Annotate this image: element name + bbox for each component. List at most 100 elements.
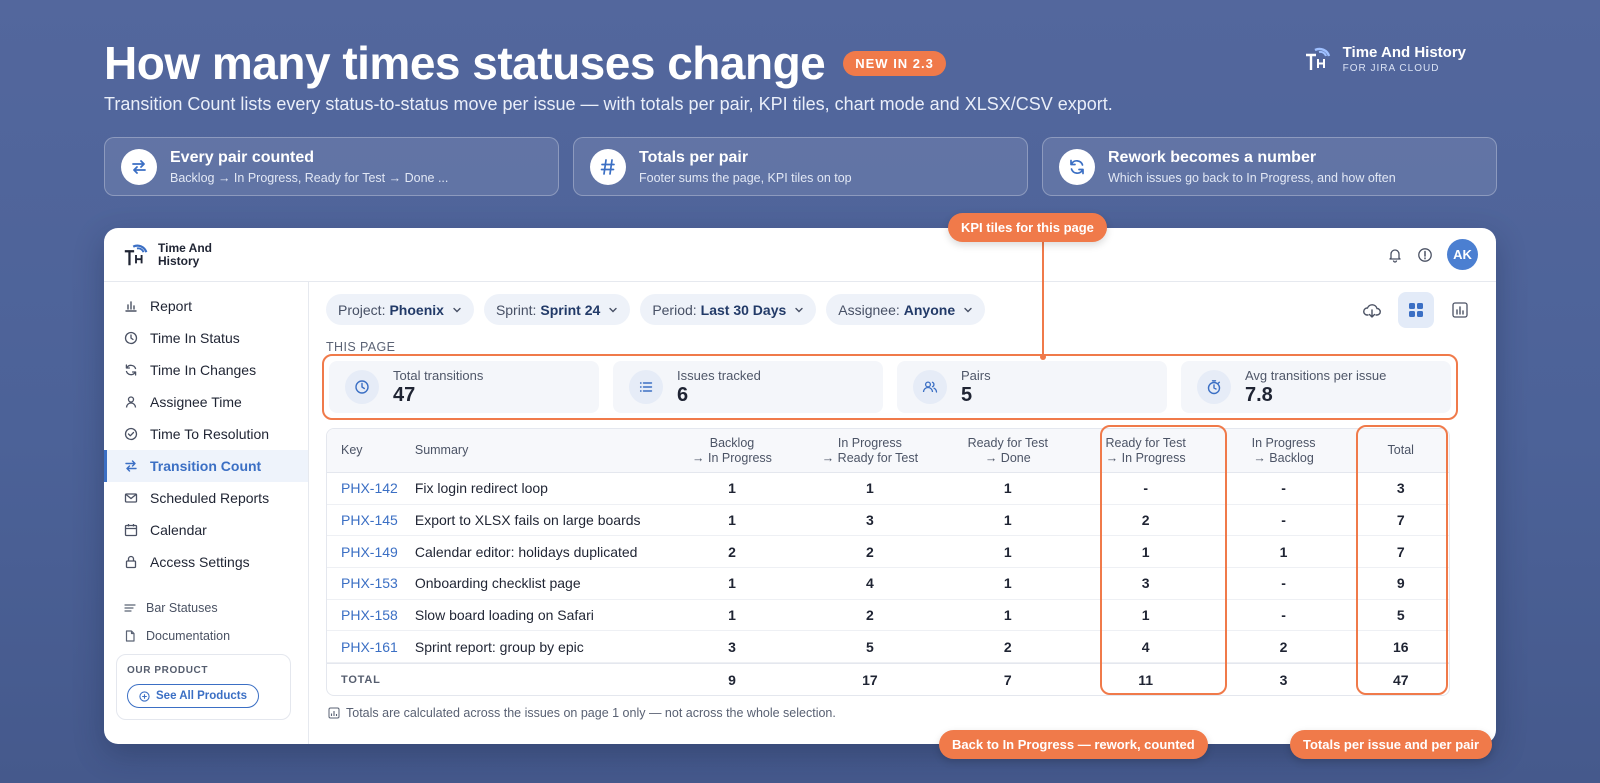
table-row[interactable]: PHX-142 Fix login redirect loop 1 1 1 - … <box>327 473 1449 505</box>
issue-key-link[interactable]: PHX-153 <box>327 568 415 599</box>
sprint-filter[interactable]: Sprint: Sprint 24 <box>483 294 631 325</box>
feature-title: Totals per pair <box>639 148 749 166</box>
sidebar-item-transition-count[interactable]: Transition Count <box>104 450 308 482</box>
app-name-line2: History <box>158 253 200 268</box>
sidebar-item-calendar[interactable]: Calendar <box>104 514 308 546</box>
column-header-ready-for-test-in-progress[interactable]: Ready for Test → In Progress <box>1077 429 1215 472</box>
clock-icon <box>345 370 379 404</box>
feature-card-every-pair: Every pair counted Backlog → In Progress… <box>104 137 559 196</box>
sidebar-item-scheduled-reports[interactable]: Scheduled Reports <box>104 482 308 514</box>
hero-title-row: How many times statuses change NEW IN 2.… <box>104 36 946 90</box>
sidebar-item-report[interactable]: Report <box>104 290 308 322</box>
pair-count: 1 <box>1141 543 1150 560</box>
pair-count: 1 <box>1141 607 1150 624</box>
pair-total: 11 <box>1138 671 1154 688</box>
column-header-in-progress-ready-for-test[interactable]: In Progress → Ready for Test <box>801 429 939 472</box>
bell-icon[interactable] <box>1387 247 1403 263</box>
column-header-line: → Done <box>984 450 1031 465</box>
filter-value: Phoenix <box>389 301 444 318</box>
sidebar-item-time-in-changes[interactable]: Time In Changes <box>104 354 308 386</box>
column-header-summary[interactable]: Summary <box>415 429 663 472</box>
sidebar-item-assignee-time[interactable]: Assignee Time <box>104 386 308 418</box>
kpi-label: Pairs <box>961 367 991 383</box>
kpi-tiles: Total transitions 47 Issues tracked 6 Pa… <box>322 354 1458 420</box>
assignee-filter[interactable]: Assignee: Anyone <box>826 294 986 325</box>
pair-count: 2 <box>865 607 874 624</box>
column-header-line: → In Progress <box>1105 450 1186 465</box>
row-total: 3 <box>1396 480 1405 497</box>
pair-count: 3 <box>1141 575 1150 592</box>
grand-total: 47 <box>1392 671 1409 688</box>
chart-view-button[interactable] <box>1442 292 1478 328</box>
sidebar-item-label: Bar Statuses <box>146 601 218 615</box>
sidebar-item-access-settings[interactable]: Access Settings <box>104 546 308 578</box>
kpi-value: 7.8 <box>1245 383 1273 406</box>
table-header: Key Summary Backlog → In Progress In Prog… <box>327 429 1449 473</box>
info-icon[interactable] <box>1417 247 1433 263</box>
column-header-ready-for-test-done[interactable]: Ready for Test → Done <box>939 429 1077 472</box>
issue-key-link[interactable]: PHX-149 <box>327 536 415 567</box>
kpi-value: 5 <box>961 383 973 406</box>
page-subtitle: Transition Count lists every status-to-s… <box>104 94 1113 114</box>
grid-view-button[interactable] <box>1398 292 1434 328</box>
issue-key-link[interactable]: PHX-142 <box>327 473 415 504</box>
table-row[interactable]: PHX-149 Calendar editor: holidays duplic… <box>327 536 1449 569</box>
table-row[interactable]: PHX-158 Slow board loading on Safari 1 2… <box>327 600 1449 632</box>
feature-card-totals: Totals per pair Footer sums the page, KP… <box>573 137 1028 196</box>
pair-count: 3 <box>865 512 874 529</box>
issue-key-link[interactable]: PHX-161 <box>327 631 415 662</box>
issue-summary: Export to XLSX fails on large boards <box>414 512 641 529</box>
lock-icon <box>125 555 137 569</box>
issue-key-link[interactable]: PHX-158 <box>327 600 415 631</box>
stopwatch-icon <box>1197 370 1231 404</box>
see-all-products-button[interactable]: See All Products <box>127 684 259 708</box>
filter-prefix: Period: <box>652 301 697 318</box>
totals-callout: Totals per issue and per pair <box>1290 730 1493 759</box>
pair-total: 9 <box>728 671 736 688</box>
project-filter[interactable]: Project: Phoenix <box>326 294 474 325</box>
sidebar-item-time-in-status[interactable]: Time In Status <box>104 322 308 354</box>
avatar[interactable]: AK <box>1447 239 1478 270</box>
document-icon <box>125 630 135 642</box>
pair-total: 3 <box>1279 671 1288 688</box>
app-name-line1: Time And <box>158 240 213 255</box>
user-icon <box>125 396 137 408</box>
issue-summary: Slow board loading on Safari <box>414 607 594 624</box>
issue-key-link[interactable]: PHX-145 <box>327 505 415 536</box>
sidebar-item-label: Time In Status <box>150 330 240 346</box>
column-header-key[interactable]: Key <box>327 429 415 472</box>
table-row[interactable]: PHX-145 Export to XLSX fails on large bo… <box>327 505 1449 537</box>
filter-prefix: Project: <box>338 301 386 318</box>
column-header-in-progress-backlog[interactable]: In Progress → Backlog <box>1215 429 1353 472</box>
sidebar-subnav: Bar Statuses Documentation <box>104 594 308 650</box>
table-total-row: TOTAL 9 17 7 11 3 47 <box>327 663 1449 695</box>
cloud-download-icon <box>1363 304 1381 318</box>
view-toolbar <box>1354 292 1478 328</box>
filter-prefix: Assignee: <box>838 301 900 318</box>
filter-prefix: Sprint: <box>495 301 537 318</box>
sidebar-item-documentation[interactable]: Documentation <box>104 622 308 650</box>
kpi-issues-tracked: Issues tracked 6 <box>613 361 883 413</box>
transition-table: Key Summary Backlog → In Progress In Prog… <box>326 428 1450 696</box>
column-header-line: Ready for Test <box>1105 435 1186 450</box>
column-header-total[interactable]: Total <box>1353 429 1450 472</box>
table-row[interactable]: PHX-161 Sprint report: group by epic 3 5… <box>327 631 1449 664</box>
table-row[interactable]: PHX-153 Onboarding checklist page 1 4 1 … <box>327 568 1449 600</box>
sidebar-item-label: Scheduled Reports <box>150 490 270 506</box>
page-title: How many times statuses change <box>104 37 826 89</box>
period-filter[interactable]: Period: Last 30 Days <box>640 294 817 325</box>
column-header-line: In Progress <box>1251 435 1316 450</box>
issue-summary: Sprint report: group by epic <box>414 638 584 655</box>
kpi-callout: KPI tiles for this page <box>948 213 1107 242</box>
feature-title: Every pair counted <box>170 148 315 166</box>
sidebar-item-label: Time To Resolution <box>150 426 270 442</box>
sidebar-item-time-to-resolution[interactable]: Time To Resolution <box>104 418 308 450</box>
column-header-line: → In Progress <box>692 450 772 465</box>
feature-desc: Which issues go back to In Progress, and… <box>1108 170 1396 185</box>
sidebar-item-bar-statuses[interactable]: Bar Statuses <box>104 594 308 622</box>
app-brand[interactable]: Time And History <box>122 241 212 269</box>
download-button[interactable] <box>1354 292 1390 328</box>
footnote: Totals are calculated across the issues … <box>328 706 836 720</box>
column-header-backlog-in-progress[interactable]: Backlog → In Progress <box>663 429 801 472</box>
header-actions: AK <box>1387 239 1478 270</box>
